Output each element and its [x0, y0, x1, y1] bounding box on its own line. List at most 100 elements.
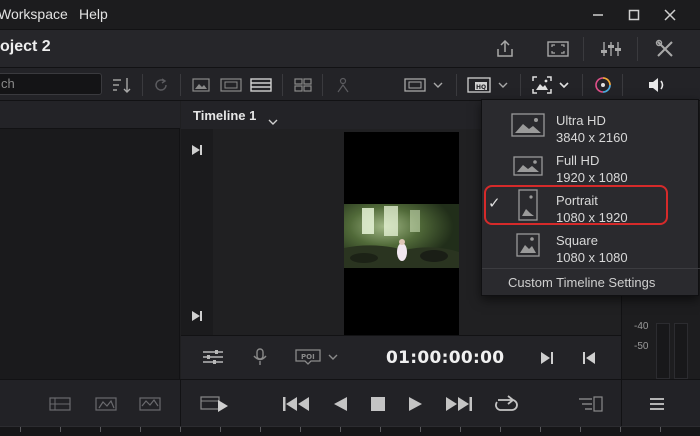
timeline-resolution-menu: Ultra HD 3840 x 2160 Full HD 1920 x 1080… [481, 99, 700, 296]
toolbar-separator-8 [622, 74, 623, 96]
menu-option-ultra-hd[interactable]: Ultra HD 3840 x 2160 [482, 105, 700, 145]
thumbnail-view-icon[interactable] [188, 68, 214, 101]
volume-icon[interactable] [642, 68, 672, 101]
ruler-tick [620, 427, 621, 432]
ruler-tick [340, 427, 341, 432]
close-icon[interactable] [655, 4, 685, 26]
stop-icon[interactable] [366, 392, 390, 416]
chevron-down-icon-2[interactable] [495, 68, 511, 101]
meter-bar-left [656, 323, 670, 379]
go-to-start-icon[interactable] [191, 143, 203, 161]
project-title: oject 2 [0, 38, 51, 55]
ruler-tick [260, 427, 261, 432]
bottom-separator-2 [621, 380, 622, 427]
playback-bar [0, 379, 700, 427]
grid-view-icon[interactable] [290, 68, 316, 101]
option-name: Ultra HD [556, 113, 606, 128]
share-icon[interactable] [488, 32, 522, 65]
minimize-icon[interactable] [583, 4, 613, 26]
chevron-down-icon[interactable] [430, 68, 446, 101]
loop-playback-clip-icon[interactable] [198, 391, 232, 417]
ruler-tick [540, 427, 541, 432]
safe-area-icon[interactable] [400, 68, 430, 101]
ruler-tick [180, 427, 181, 432]
titlebar-separator [583, 37, 584, 61]
meter-bar-right [674, 323, 688, 379]
video-frame [344, 132, 459, 335]
ruler-tick [100, 427, 101, 432]
square-image-icon [512, 231, 544, 259]
project-title-bar: oject 2 [0, 29, 700, 68]
toolbar-separator-6 [520, 74, 521, 96]
custom-timeline-settings-item[interactable]: Custom Timeline Settings [482, 268, 700, 296]
media-pool-header [0, 101, 180, 129]
timeline-view-icon[interactable] [46, 393, 74, 415]
next-edit-icon[interactable] [537, 348, 557, 368]
fast-forward-icon[interactable] [443, 392, 475, 416]
option-size: 1920 x 1080 [556, 170, 628, 185]
toolbar-separator [142, 74, 143, 96]
timeline-ruler[interactable] [0, 426, 700, 436]
poi-icon[interactable]: POI [293, 346, 323, 368]
timeline-options-icon[interactable] [576, 392, 606, 416]
play-reverse-icon[interactable] [328, 392, 352, 416]
clip-settings-icon[interactable] [199, 346, 227, 368]
toolbar-separator-5 [456, 74, 457, 96]
loop-icon[interactable] [490, 392, 522, 416]
clip-view-icon[interactable] [247, 68, 275, 101]
timeline-name[interactable]: Timeline 1 [193, 108, 256, 123]
menu-option-square[interactable]: Square 1080 x 1080 [482, 225, 700, 265]
hamburger-menu-icon[interactable] [644, 392, 670, 416]
filmstrip-view-icon[interactable] [217, 68, 245, 101]
ruler-tick [380, 427, 381, 432]
ruler-tick [500, 427, 501, 432]
microphone-icon[interactable] [247, 346, 273, 368]
previous-edit-icon[interactable] [579, 348, 599, 368]
toolbar-separator-2 [180, 74, 181, 96]
video-thumbnail [344, 204, 459, 268]
refresh-icon[interactable] [148, 68, 174, 101]
svg-text:HQ: HQ [476, 84, 486, 91]
toolbar: ch HQ [0, 68, 700, 101]
search-input[interactable]: ch [0, 73, 102, 95]
timeline-resolution-icon[interactable] [529, 68, 555, 101]
meter-label-40: -40 [634, 321, 649, 332]
color-wheel-icon[interactable] [590, 68, 616, 101]
go-to-end-icon[interactable] [191, 309, 203, 327]
menu-workspace[interactable]: Workspace [0, 6, 68, 22]
bottom-separator [180, 380, 181, 427]
option-name: Square [556, 233, 598, 248]
scope-view-icon[interactable] [136, 393, 164, 415]
tools-icon[interactable] [648, 32, 682, 65]
ruler-tick [140, 427, 141, 432]
ruler-tick [660, 427, 661, 432]
hq-proxy-icon[interactable]: HQ [464, 68, 494, 101]
menu-option-full-hd[interactable]: Full HD 1920 x 1080 [482, 145, 700, 185]
toolbar-separator-7 [582, 74, 583, 96]
menu-help[interactable]: Help [79, 6, 108, 22]
timecode-display: 01:00:00:00 [386, 348, 505, 368]
option-name: Full HD [556, 153, 600, 168]
viewer-controls: POI 01:00:00:00 [181, 335, 621, 379]
sort-icon[interactable] [108, 68, 136, 101]
viewer-side-strip [181, 129, 213, 335]
portrait-highlight-annotation [484, 185, 668, 225]
ruler-tick [220, 427, 221, 432]
maximize-icon[interactable] [619, 4, 649, 26]
media-pool-panel [0, 101, 180, 379]
rewind-icon[interactable] [280, 392, 312, 416]
poi-chevron-down-icon[interactable] [325, 346, 341, 368]
person-icon[interactable] [330, 68, 356, 101]
chevron-down-icon-3[interactable] [556, 68, 572, 101]
custom-timeline-settings-label: Custom Timeline Settings [508, 275, 656, 290]
toolbar-separator-3 [282, 74, 283, 96]
titlebar-separator-2 [637, 37, 638, 61]
play-icon[interactable] [404, 392, 428, 416]
fullscreen-icon[interactable] [541, 32, 575, 65]
timeline-chevron-down-icon[interactable] [268, 112, 278, 130]
mixer-sliders-icon[interactable] [594, 32, 628, 65]
ruler-tick [420, 427, 421, 432]
waveform-view-icon[interactable] [92, 393, 120, 415]
menu-bar: Workspace Help [0, 0, 700, 29]
ruler-tick [20, 427, 21, 432]
